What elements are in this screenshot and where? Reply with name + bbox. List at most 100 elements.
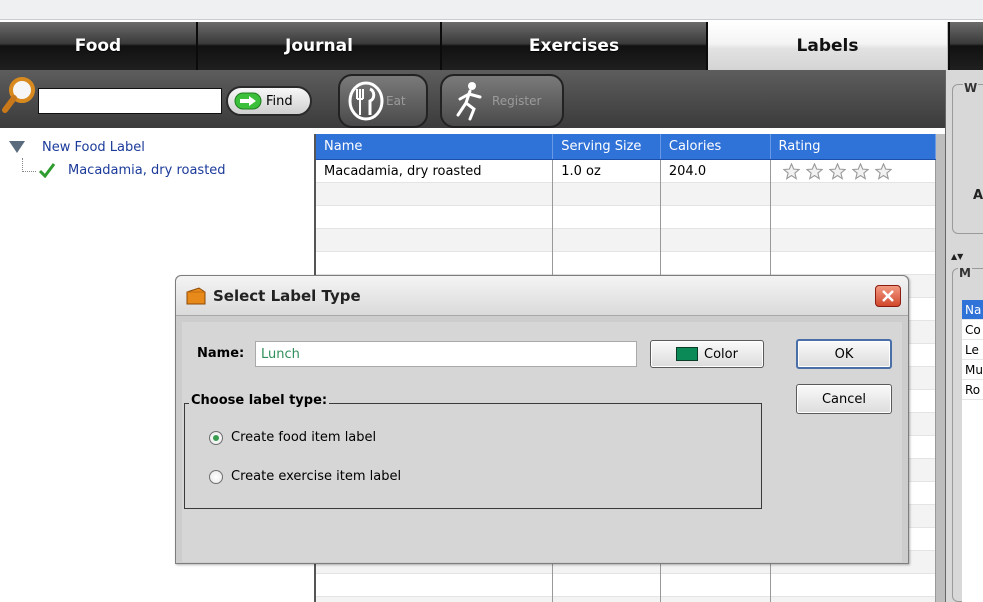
name-field[interactable] (255, 341, 637, 367)
right-list-header[interactable]: Na (962, 300, 983, 320)
tab-labels-label: Labels (796, 36, 859, 56)
table-cell-empty (316, 183, 554, 206)
star-icon[interactable] (828, 163, 846, 180)
option-exercise-text: Create exercise item label (231, 469, 402, 484)
table-row-empty (316, 229, 936, 252)
column-header-rating[interactable]: Rating (771, 134, 936, 159)
tab-overflow[interactable] (948, 22, 983, 70)
label-type-group: Choose label type: Create food item labe… (184, 393, 762, 509)
dialog-titlebar[interactable]: Select Label Type (176, 276, 908, 316)
rating-stars[interactable] (779, 163, 892, 180)
tree-child-label: Macadamia, dry roasted (68, 162, 226, 178)
table-cell-empty (316, 229, 554, 252)
table-row-empty (316, 183, 936, 206)
top-strip (0, 0, 983, 20)
search-input[interactable] (38, 88, 222, 114)
table-cell-empty (316, 206, 554, 229)
table-row-empty (316, 206, 936, 229)
column-header-serving[interactable]: Serving Size (553, 134, 661, 159)
expand-triangle-icon[interactable] (8, 140, 26, 154)
radio-food[interactable] (209, 430, 223, 445)
star-icon[interactable] (805, 163, 823, 180)
eat-button-label: Eat (386, 94, 406, 108)
table-cell-empty (661, 574, 771, 597)
right-list-item[interactable]: Ro (962, 380, 983, 400)
table-row-empty (316, 597, 936, 602)
split-arrows-icon[interactable]: ▲▼ (951, 252, 963, 261)
option-food-label[interactable]: Create food item label (209, 430, 376, 445)
group-title: Choose label type: (189, 393, 330, 408)
magnifier-icon (2, 77, 35, 113)
register-button[interactable]: Register (440, 74, 564, 128)
right-group-box (952, 84, 983, 234)
select-label-type-dialog: Select Label Type Name: Color OK Cancel … (175, 275, 909, 564)
eat-button[interactable]: Eat (338, 74, 428, 128)
tree-item-root[interactable]: New Food Label (8, 137, 145, 157)
table-cell-empty (553, 597, 661, 602)
table-row-empty (316, 574, 936, 597)
tab-exercises[interactable]: Exercises (442, 22, 708, 70)
table-cell-empty (553, 252, 661, 275)
color-button[interactable]: Color (650, 340, 764, 368)
table-cell-empty (771, 229, 936, 252)
right-list: Na Co Le Mu Ro (962, 300, 983, 602)
star-icon[interactable] (782, 163, 800, 180)
table-scrollbar[interactable] (936, 134, 945, 602)
tab-journal[interactable]: Journal (198, 22, 442, 70)
cell-serving: 1.0 oz (553, 160, 661, 183)
register-button-label: Register (492, 94, 542, 108)
tree-item-child[interactable]: Macadamia, dry roasted (22, 158, 226, 180)
checkmark-icon (38, 163, 56, 178)
color-swatch (676, 347, 699, 361)
right-list-title: M (958, 266, 972, 280)
tab-food[interactable]: Food (0, 22, 198, 70)
close-button[interactable] (875, 285, 901, 307)
star-icon[interactable] (851, 163, 869, 180)
table-cell-empty (316, 597, 554, 602)
fork-knife-icon (348, 81, 384, 121)
table-cell-empty (553, 183, 661, 206)
ok-button-label: OK (834, 346, 854, 362)
table-cell-empty (771, 574, 936, 597)
dialog-body: Name: Color OK Cancel Choose label type:… (182, 322, 902, 562)
table-cell-empty (553, 229, 661, 252)
table-cell-empty (771, 183, 936, 206)
table-row[interactable]: Macadamia, dry roasted 1.0 oz 204.0 (316, 160, 936, 183)
right-list-item[interactable]: Co (962, 320, 983, 340)
radio-exercise[interactable] (209, 469, 223, 484)
table-cell-empty (661, 252, 771, 275)
name-label: Name: (197, 346, 245, 361)
table-cell-empty (771, 252, 936, 275)
tab-food-label: Food (74, 36, 122, 56)
star-icon[interactable] (874, 163, 892, 180)
dialog-title: Select Label Type (213, 286, 361, 305)
column-header-name[interactable]: Name (316, 134, 554, 159)
find-button[interactable]: Find (226, 86, 312, 116)
tree-connector (22, 158, 36, 172)
column-header-calories[interactable]: Calories (661, 134, 771, 159)
table-cell-empty (553, 574, 661, 597)
option-exercise-label[interactable]: Create exercise item label (209, 469, 401, 484)
right-group-text: A (973, 188, 983, 203)
tab-labels[interactable]: Labels (708, 22, 948, 70)
right-list-item[interactable]: Mu (962, 360, 983, 380)
tab-exercises-label: Exercises (528, 36, 620, 56)
right-list-item[interactable]: Le (962, 340, 983, 360)
option-food-text: Create food item label (231, 430, 377, 445)
toolbar: Find Eat Register (0, 70, 945, 128)
app-window: Food Journal Exercises Labels Find Eat R… (0, 0, 983, 602)
table-cell-empty (661, 597, 771, 602)
right-panel: W A ▲▼ M Na Co Le Mu Ro (945, 70, 983, 602)
cell-rating (771, 160, 936, 183)
cancel-button[interactable]: Cancel (796, 384, 892, 414)
cancel-button-label: Cancel (821, 391, 867, 407)
table-header: Name Serving Size Calories Rating (316, 134, 936, 160)
ok-button[interactable]: OK (796, 339, 892, 369)
running-person-icon (456, 82, 482, 121)
table-cell-empty (553, 206, 661, 229)
arrow-right-icon (234, 92, 262, 110)
table-cell-empty (661, 206, 771, 229)
table-cell-empty (771, 206, 936, 229)
table-row-empty (316, 252, 936, 275)
label-tag-icon (186, 286, 206, 304)
